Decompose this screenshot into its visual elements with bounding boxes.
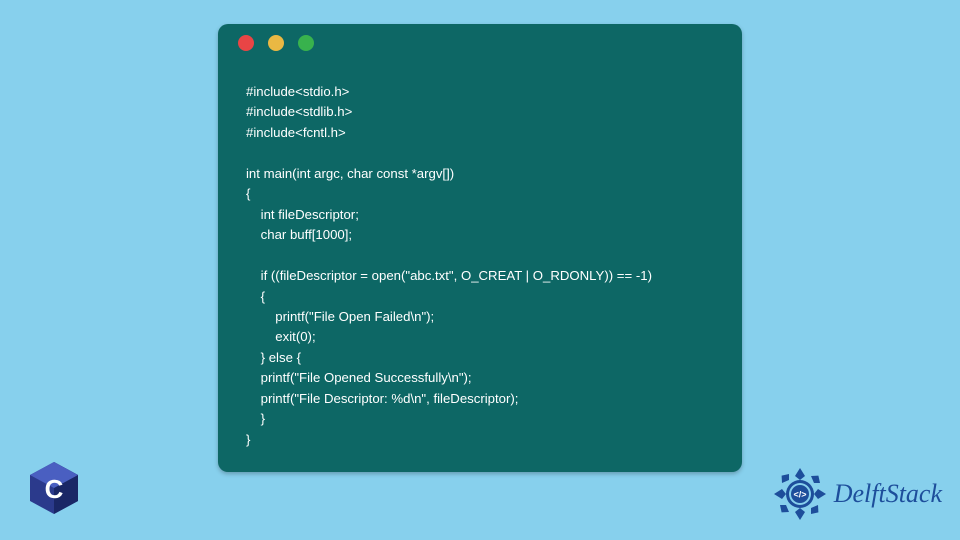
code-block: #include<stdio.h> #include<stdlib.h> #in… bbox=[218, 62, 742, 470]
c-language-logo: C bbox=[30, 462, 78, 514]
maximize-icon[interactable] bbox=[298, 35, 314, 51]
minimize-icon[interactable] bbox=[268, 35, 284, 51]
close-icon[interactable] bbox=[238, 35, 254, 51]
svg-text:C: C bbox=[45, 474, 64, 504]
delftstack-logo: </> DelftStack bbox=[772, 466, 942, 522]
code-glyph-icon: </> bbox=[793, 490, 806, 500]
code-window: #include<stdio.h> #include<stdlib.h> #in… bbox=[218, 24, 742, 472]
window-titlebar bbox=[218, 24, 742, 62]
brand-name: DelftStack bbox=[834, 479, 942, 509]
delftstack-badge-icon: </> bbox=[772, 466, 828, 522]
